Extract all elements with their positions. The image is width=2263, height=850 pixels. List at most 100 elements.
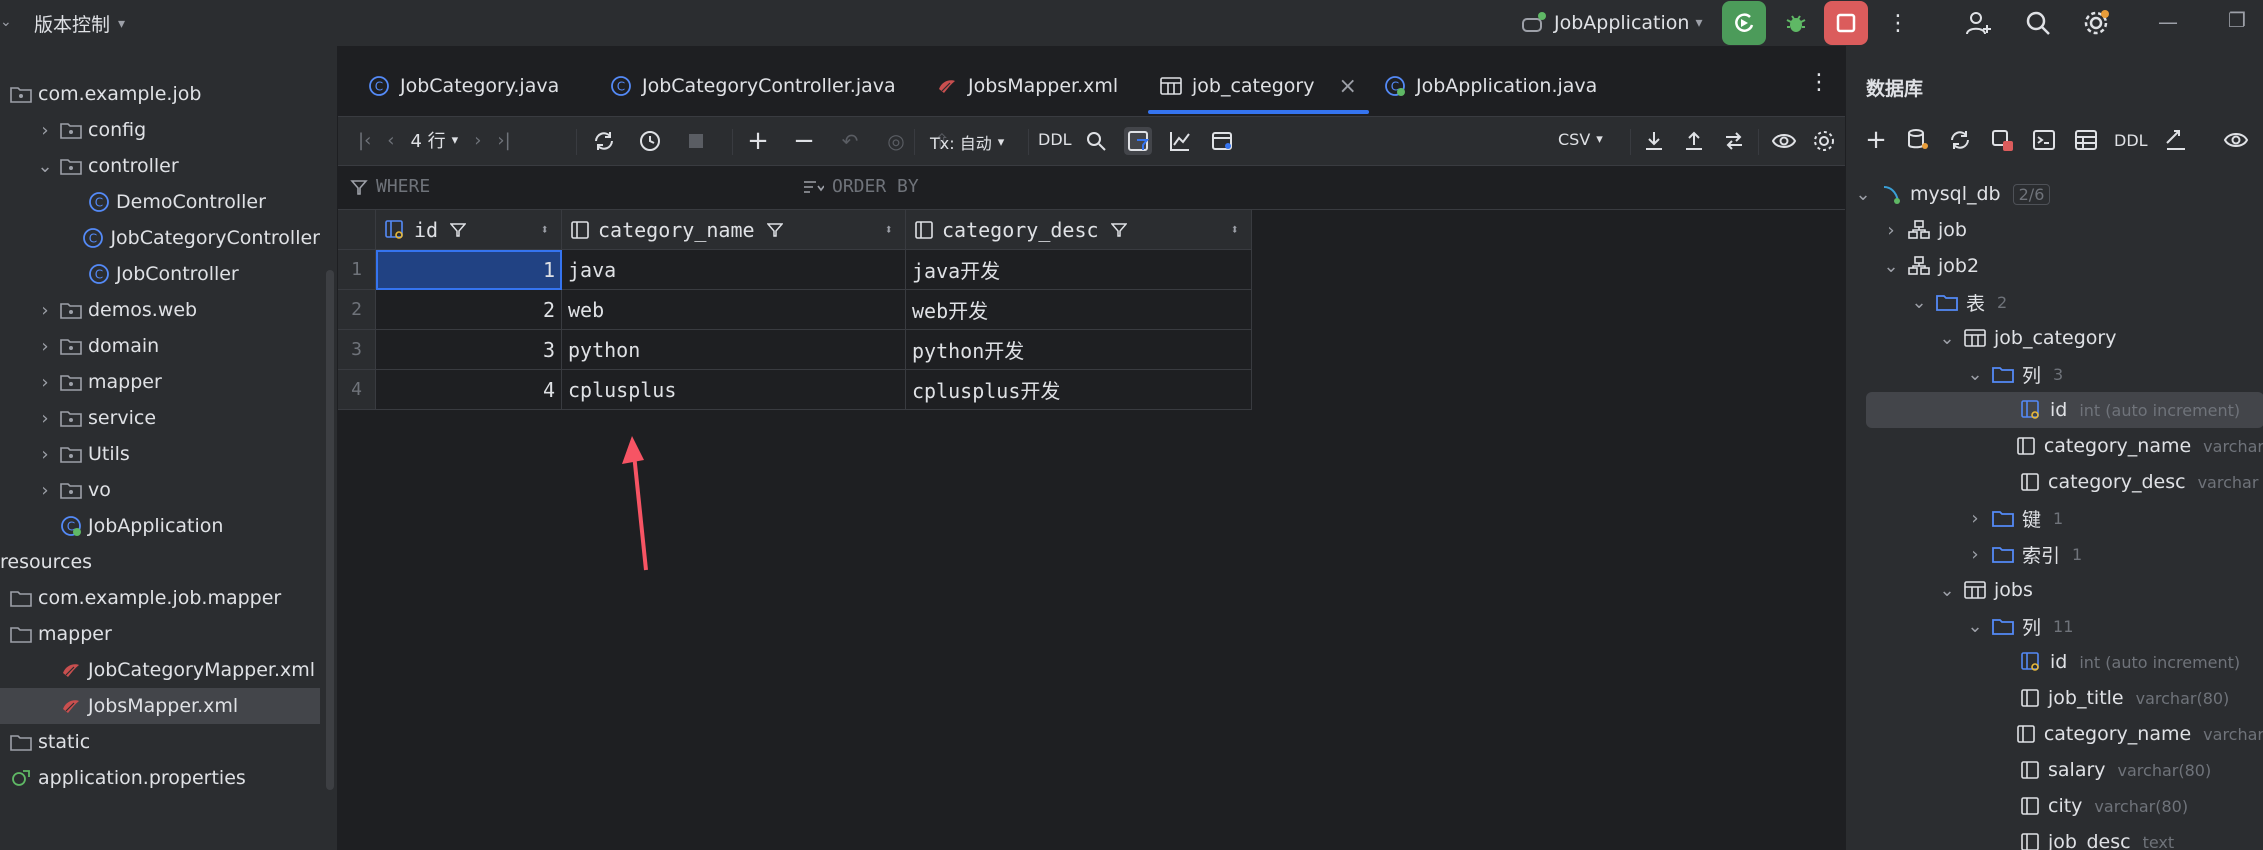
tree-item-controller[interactable]: ⌄ controller [0,148,320,184]
cell-category-name[interactable]: web [562,290,906,330]
close-icon[interactable]: × [1338,74,1356,99]
db-tree-item-job2[interactable]: ⌄ job2 [1846,248,2263,284]
rerun-button[interactable] [1722,1,1766,45]
tab-jobcategory-java[interactable]: C JobCategory.java [356,58,571,114]
gear-icon[interactable] [1810,127,1838,155]
chevron-right-icon[interactable]: › [38,120,52,141]
cell-id[interactable]: 2 [376,290,562,330]
export-format-selector[interactable]: CSV ▾ [1558,130,1603,149]
tab-jobsmapper-xml[interactable]: JobsMapper.xml [924,58,1130,114]
run-config-selector[interactable]: JobApplication ▾ [1520,8,1702,38]
chevron-down-icon[interactable]: ⌄ [1939,580,1954,601]
row-number[interactable]: 4 [338,370,376,410]
tree-item-jobcategorycontroller[interactable]: C JobCategoryController [0,220,320,256]
tree-item-service[interactable]: › service [0,400,320,436]
upload-icon[interactable] [1680,127,1708,155]
chevron-right-icon[interactable]: › [38,444,52,465]
db-tree-item-group[interactable]: ⌄ 列 3 [1846,356,2263,392]
tree-item-com-example-job[interactable]: com.example.job [0,76,320,112]
filter-icon[interactable] [450,222,467,238]
filter-view-icon[interactable] [1124,127,1152,155]
tree-item-utils[interactable]: › Utils [0,436,320,472]
column-header-category-name[interactable]: category_name ⬍ [562,210,906,250]
db-tree-item-mysql-db[interactable]: ⌄ mysql_db 2/6 [1846,176,2263,212]
where-filter[interactable]: WHERE [350,176,430,197]
search-icon[interactable] [1082,127,1110,155]
chevron-right-icon[interactable]: › [1968,508,1982,529]
tree-item-config[interactable]: › config [0,112,320,148]
chevron-down-icon[interactable]: ⌄ [1939,328,1954,349]
db-tree-item-id[interactable]: id int (auto increment) [1846,644,2263,680]
table-icon[interactable] [2072,126,2100,154]
chevron-down-icon[interactable]: ⌄ [37,156,52,177]
eye-icon[interactable] [2222,126,2250,154]
stop-query-icon[interactable] [682,127,710,155]
db-tree-item-job-desc[interactable]: job_desc text [1846,824,2263,850]
cell-category-desc[interactable]: java开发 [906,250,1252,290]
tab-job-category[interactable]: job_category × [1148,58,1369,114]
restore-button[interactable]: ❐ [2228,8,2246,32]
chart-icon[interactable] [1166,127,1194,155]
prev-page-icon[interactable]: ‹ [387,130,394,151]
db-tree-item-id[interactable]: id int (auto increment) [1866,392,2263,428]
db-tree-item-category-desc[interactable]: category_desc varchar [1846,464,2263,500]
download-icon[interactable] [1640,127,1668,155]
chevron-right-icon[interactable]: › [1968,544,1982,565]
sort-icon[interactable]: ⬍ [1231,222,1239,238]
tree-item-jobsmapper-xml[interactable]: JobsMapper.xml [0,688,320,724]
last-page-icon[interactable]: ›| [497,130,510,151]
row-number[interactable]: 3 [338,330,376,370]
jump-to-icon[interactable] [2162,126,2190,154]
minimize-button[interactable]: — [2158,10,2178,34]
chevron-down-icon[interactable]: ⌄ [0,14,12,30]
tx-mode-selector[interactable]: Tx: 自动 ▾ [930,130,1004,154]
table-settings-icon[interactable] [1208,127,1236,155]
filter-icon[interactable] [766,222,783,238]
row-number[interactable]: 2 [338,290,376,330]
ddl-button[interactable]: DDL [2114,131,2148,150]
cell-category-name[interactable]: java [562,250,906,290]
db-tree-item-job-category[interactable]: ⌄ job_category [1846,320,2263,356]
db-tree-item-group[interactable]: › 索引 1 [1846,536,2263,572]
column-header-id[interactable]: id ⬍ [376,210,562,250]
tree-item-demos-web[interactable]: › demos.web [0,292,320,328]
tree-item-jobcontroller[interactable]: C JobController [0,256,320,292]
tree-item-mapper[interactable]: mapper [0,616,320,652]
tab-jobcategorycontroller-java[interactable]: C JobCategoryController.java [598,58,908,114]
tree-item-resources[interactable]: resources [0,544,320,580]
vcs-menu[interactable]: 版本控制 ▾ [34,10,125,37]
sort-icon[interactable]: ⬍ [541,222,549,238]
chevron-right-icon[interactable]: › [38,408,52,429]
tree-item-com-example-job-mapper[interactable]: com.example.job.mapper [0,580,320,616]
undo-icon[interactable]: ↶ [836,127,864,155]
cell-id[interactable]: 3 [376,330,562,370]
tab-jobapplication-java[interactable]: C JobApplication.java [1372,58,1609,114]
chevron-right-icon[interactable]: › [1884,220,1898,241]
ddl-button[interactable]: DDL [1038,130,1072,149]
filter-icon[interactable] [1110,222,1127,238]
cell-category-desc[interactable]: web开发 [906,290,1252,330]
chevron-right-icon[interactable]: › [38,336,52,357]
eye-icon[interactable] [1770,127,1798,155]
tree-item-democontroller[interactable]: C DemoController [0,184,320,220]
db-tree-item-group[interactable]: ⌄ 列 11 [1846,608,2263,644]
refresh-icon[interactable] [590,127,618,155]
cell-id[interactable]: 4 [376,370,562,410]
tree-item-vo[interactable]: › vo [0,472,320,508]
tree-item-jobcategorymapper-xml[interactable]: JobCategoryMapper.xml [0,652,320,688]
db-tree-item-job-title[interactable]: job_title varchar(80) [1846,680,2263,716]
page-size-selector[interactable]: 4 行 ▾ [410,127,458,153]
cell-id[interactable]: 1 [376,250,562,290]
add-row-icon[interactable]: + [744,126,772,156]
chevron-down-icon[interactable]: ⌄ [1967,364,1982,385]
history-icon[interactable] [636,127,664,155]
tree-item-application-properties[interactable]: application.properties [0,760,320,796]
cell-category-name[interactable]: python [562,330,906,370]
db-tree-item-group[interactable]: › 键 1 [1846,500,2263,536]
db-tree-item-salary[interactable]: salary varchar(80) [1846,752,2263,788]
tree-item-mapper[interactable]: › mapper [0,364,320,400]
debug-button[interactable] [1774,1,1818,45]
sort-icon[interactable]: ⬍ [885,222,893,238]
db-tree-item-group[interactable]: ⌄ 表 2 [1846,284,2263,320]
add-icon[interactable]: + [1862,125,1890,155]
